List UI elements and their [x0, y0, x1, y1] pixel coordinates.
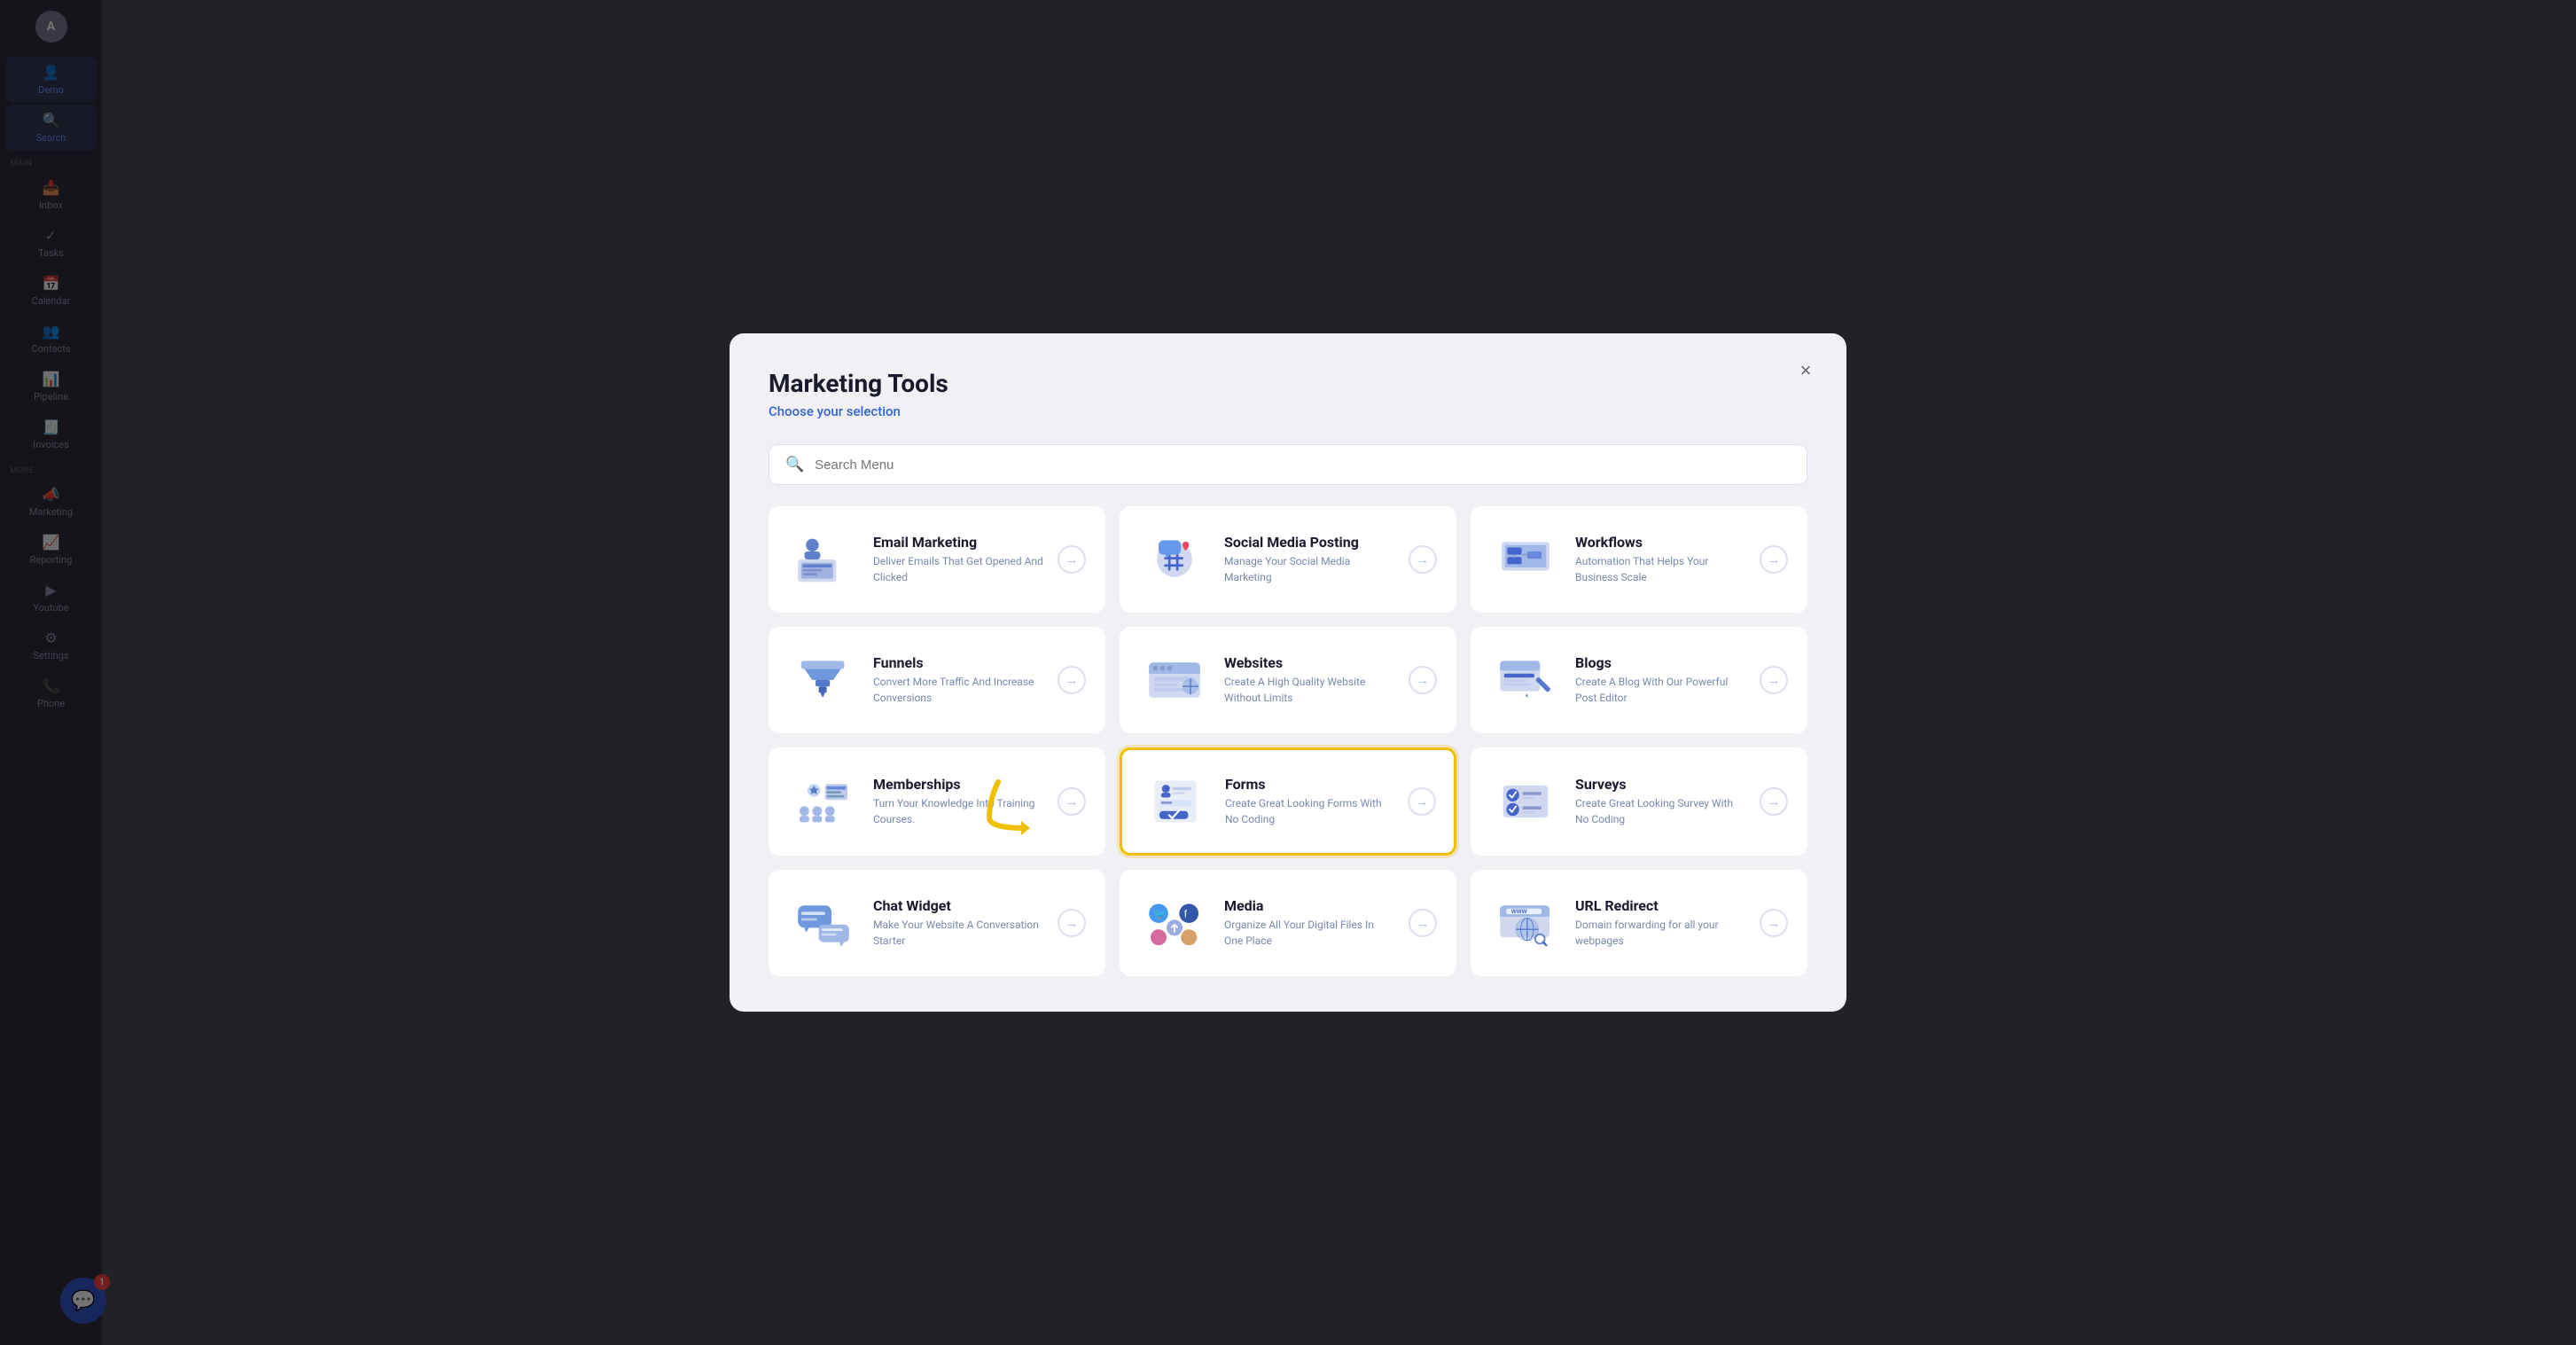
- tool-surveys-info: Surveys Create Great Looking Survey With…: [1575, 776, 1745, 827]
- funnels-icon: [788, 648, 859, 712]
- tool-media-desc: Organize All Your Digital Files In One P…: [1224, 918, 1394, 949]
- memberships-icon: [788, 770, 859, 833]
- tool-card-memberships[interactable]: Memberships Turn Your Knowledge Into Tra…: [769, 747, 1105, 856]
- search-icon: 🔍: [785, 456, 804, 473]
- tool-blogs-desc: Create A Blog With Our Powerful Post Edi…: [1575, 675, 1745, 706]
- tool-surveys-arrow[interactable]: →: [1760, 787, 1788, 816]
- tool-blogs-name: Blogs: [1575, 654, 1745, 671]
- tool-card-surveys[interactable]: Surveys Create Great Looking Survey With…: [1471, 747, 1807, 856]
- tool-social-media-info: Social Media Posting Manage Your Social …: [1224, 534, 1394, 585]
- tool-card-email-marketing[interactable]: Email Marketing Deliver Emails That Get …: [769, 506, 1105, 613]
- tool-media-arrow[interactable]: →: [1409, 909, 1437, 937]
- tools-grid: Email Marketing Deliver Emails That Get …: [769, 506, 1807, 976]
- tool-memberships-arrow[interactable]: →: [1058, 787, 1086, 816]
- tool-blogs-info: Blogs Create A Blog With Our Powerful Po…: [1575, 654, 1745, 706]
- tool-memberships-desc: Turn Your Knowledge Into Training Course…: [873, 796, 1043, 827]
- tool-chat-widget-info: Chat Widget Make Your Website A Conversa…: [873, 897, 1043, 949]
- tool-media-name: Media: [1224, 897, 1394, 914]
- close-button[interactable]: ×: [1790, 355, 1822, 387]
- tool-card-media[interactable]: 🐦 f Media Organize Al: [1120, 870, 1456, 976]
- tool-workflows-name: Workflows: [1575, 534, 1745, 551]
- search-bar[interactable]: 🔍: [769, 444, 1807, 485]
- tool-workflows-arrow[interactable]: →: [1760, 545, 1788, 574]
- tool-email-marketing-info: Email Marketing Deliver Emails That Get …: [873, 534, 1043, 585]
- tool-forms-name: Forms: [1225, 776, 1393, 793]
- tool-funnels-name: Funnels: [873, 654, 1043, 671]
- tool-card-workflows[interactable]: Workflows Automation That Helps Your Bus…: [1471, 506, 1807, 613]
- websites-icon: [1139, 648, 1210, 712]
- tool-chat-widget-name: Chat Widget: [873, 897, 1043, 914]
- tool-forms-info: Forms Create Great Looking Forms With No…: [1225, 776, 1393, 827]
- tool-chat-widget-arrow[interactable]: →: [1058, 909, 1086, 937]
- tool-card-social-media[interactable]: Social Media Posting Manage Your Social …: [1120, 506, 1456, 613]
- svg-text:WWW: WWW: [1511, 909, 1527, 915]
- tool-card-websites[interactable]: Websites Create A High Quality Website W…: [1120, 627, 1456, 733]
- media-icon: 🐦 f: [1139, 891, 1210, 955]
- svg-text:🐦: 🐦: [1154, 909, 1167, 920]
- chat-widget-icon: [788, 891, 859, 955]
- tool-url-redirect-desc: Domain forwarding for all your webpages: [1575, 918, 1745, 949]
- email-marketing-icon: [788, 528, 859, 591]
- tool-url-redirect-arrow[interactable]: →: [1760, 909, 1788, 937]
- tool-websites-info: Websites Create A High Quality Website W…: [1224, 654, 1394, 706]
- tool-email-marketing-desc: Deliver Emails That Get Opened And Click…: [873, 554, 1043, 585]
- tool-funnels-arrow[interactable]: →: [1058, 666, 1086, 694]
- tool-email-marketing-name: Email Marketing: [873, 534, 1043, 551]
- tool-card-url-redirect[interactable]: WWW URL Redirect Domain forwarding for a…: [1471, 870, 1807, 976]
- modal-header: Marketing Tools Choose your selection: [769, 369, 1807, 419]
- tool-forms-desc: Create Great Looking Forms With No Codin…: [1225, 796, 1393, 827]
- tool-blogs-arrow[interactable]: →: [1760, 666, 1788, 694]
- workflows-icon: [1490, 528, 1561, 591]
- social-media-icon: [1139, 528, 1210, 591]
- tool-url-redirect-name: URL Redirect: [1575, 897, 1745, 914]
- tool-media-info: Media Organize All Your Digital Files In…: [1224, 897, 1394, 949]
- url-redirect-icon: WWW: [1490, 891, 1561, 955]
- marketing-tools-modal: × Marketing Tools Choose your selection …: [730, 333, 1846, 1012]
- tool-surveys-name: Surveys: [1575, 776, 1745, 793]
- tool-memberships-info: Memberships Turn Your Knowledge Into Tra…: [873, 776, 1043, 827]
- tool-card-blogs[interactable]: Blogs Create A Blog With Our Powerful Po…: [1471, 627, 1807, 733]
- tool-workflows-desc: Automation That Helps Your Business Scal…: [1575, 554, 1745, 585]
- tool-forms-arrow[interactable]: →: [1408, 787, 1436, 816]
- surveys-icon: [1490, 770, 1561, 833]
- tool-url-redirect-info: URL Redirect Domain forwarding for all y…: [1575, 897, 1745, 949]
- tool-email-marketing-arrow[interactable]: →: [1058, 545, 1086, 574]
- tool-chat-widget-desc: Make Your Website A Conversation Starter: [873, 918, 1043, 949]
- tool-card-funnels[interactable]: Funnels Convert More Traffic And Increas…: [769, 627, 1105, 733]
- tool-websites-name: Websites: [1224, 654, 1394, 671]
- tool-card-chat-widget[interactable]: Chat Widget Make Your Website A Conversa…: [769, 870, 1105, 976]
- modal-overlay: × Marketing Tools Choose your selection …: [0, 0, 2576, 1345]
- blogs-icon: [1490, 648, 1561, 712]
- forms-icon: [1140, 770, 1211, 833]
- tool-surveys-desc: Create Great Looking Survey With No Codi…: [1575, 796, 1745, 827]
- tool-social-media-desc: Manage Your Social Media Marketing: [1224, 554, 1394, 585]
- tool-websites-desc: Create A High Quality Website Without Li…: [1224, 675, 1394, 706]
- tool-websites-arrow[interactable]: →: [1409, 666, 1437, 694]
- modal-title: Marketing Tools: [769, 369, 1807, 398]
- tool-card-forms[interactable]: Forms Create Great Looking Forms With No…: [1120, 747, 1456, 856]
- tool-memberships-name: Memberships: [873, 776, 1043, 793]
- tool-funnels-info: Funnels Convert More Traffic And Increas…: [873, 654, 1043, 706]
- tool-workflows-info: Workflows Automation That Helps Your Bus…: [1575, 534, 1745, 585]
- tool-social-media-name: Social Media Posting: [1224, 534, 1394, 551]
- tool-funnels-desc: Convert More Traffic And Increase Conver…: [873, 675, 1043, 706]
- modal-subtitle: Choose your selection: [769, 403, 1807, 419]
- search-input[interactable]: [815, 457, 1791, 473]
- tool-social-media-arrow[interactable]: →: [1409, 545, 1437, 574]
